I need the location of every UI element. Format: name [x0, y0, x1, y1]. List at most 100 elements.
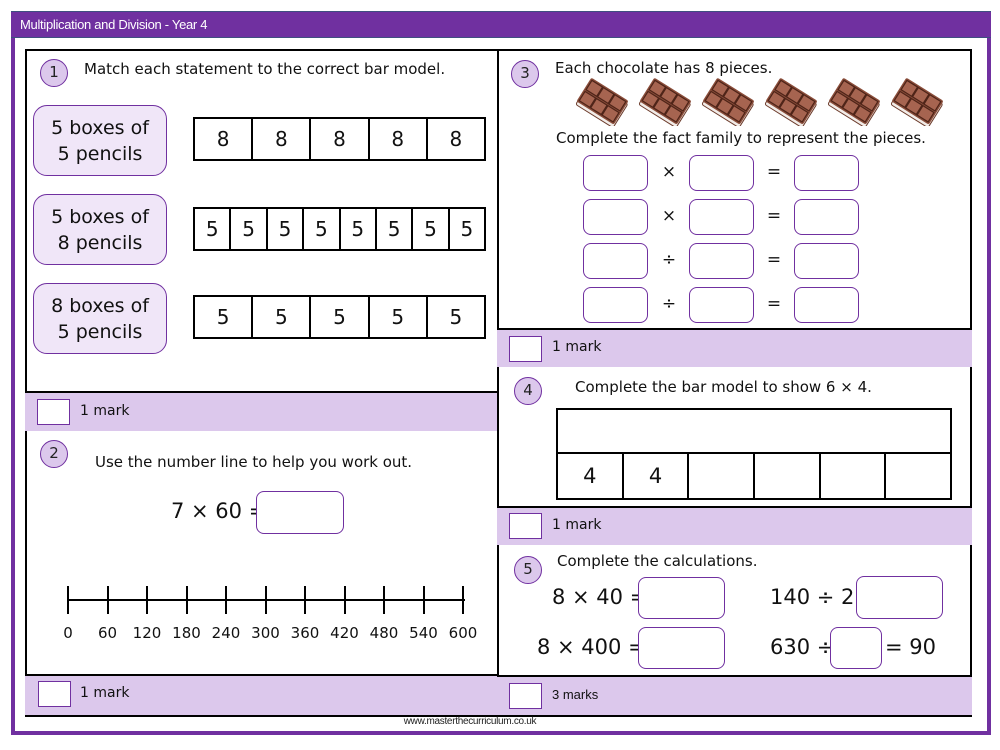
bar-cell: 5 — [374, 209, 411, 249]
question-2-panel: 2 Use the number line to help you work o… — [25, 431, 499, 717]
bar-cell: 5 — [229, 209, 265, 249]
bar-cell: 5 — [265, 209, 302, 249]
question-3-panel: 3 Each chocolate has 8 pieces. Complete … — [497, 49, 972, 369]
bar-cell[interactable] — [884, 454, 950, 498]
bar-cell: 8 — [425, 119, 484, 159]
statement-card[interactable]: 5 boxes of 5 pencils — [33, 105, 167, 176]
frame-border-left — [11, 38, 15, 735]
calculation-text: = 90 — [885, 635, 936, 659]
fact-box[interactable] — [583, 155, 648, 191]
footer-url[interactable]: www.masterthecurriculum.co.uk — [0, 716, 940, 727]
chocolate-bar-icon — [634, 78, 691, 128]
answer-box[interactable] — [638, 627, 725, 669]
number-line-tick — [264, 586, 267, 614]
question-5-panel: 5 Complete the calculations. 8 × 40 = 14… — [497, 545, 972, 717]
bar-cell: 8 — [216, 127, 230, 151]
statement-line: 5 pencils — [57, 321, 143, 343]
number-line-axis — [68, 599, 465, 601]
bar-cell[interactable] — [818, 454, 885, 498]
number-line-label: 180 — [172, 624, 201, 642]
statement-line: 5 boxes of — [51, 206, 149, 228]
chocolate-bar-icon — [823, 78, 880, 128]
answer-box[interactable] — [638, 577, 725, 619]
chocolate-bar-icon — [571, 78, 628, 128]
mark-label: 1 mark — [80, 403, 130, 419]
bar-cell: 5 — [309, 297, 367, 337]
statement-card[interactable]: 5 boxes of 8 pencils — [33, 194, 167, 265]
frame-border-right — [987, 38, 991, 735]
mark-box[interactable] — [509, 336, 542, 362]
number-line-tick — [67, 586, 69, 614]
equals-symbol: = — [766, 250, 782, 270]
bar-cell: 5 — [251, 297, 309, 337]
equals-symbol: = — [766, 162, 782, 182]
number-line-tick — [462, 586, 464, 614]
number-line-label: 420 — [330, 624, 359, 642]
bar-model-parts: 4 4 — [556, 454, 952, 500]
number-line-tick — [383, 586, 385, 614]
fact-box[interactable] — [689, 243, 754, 279]
calculation-text: 630 ÷ — [770, 635, 835, 659]
question-instruction: Complete the bar model to show 6 × 4. — [575, 378, 872, 396]
number-line-label: 480 — [369, 624, 399, 642]
answer-box[interactable] — [256, 491, 344, 534]
mark-box[interactable] — [37, 399, 70, 425]
number-line-label: 600 — [448, 624, 478, 642]
bar-cell[interactable] — [687, 454, 753, 498]
question-number-badge: 2 — [40, 440, 68, 468]
chocolate-bar-icon — [697, 78, 754, 128]
fact-box[interactable] — [794, 199, 859, 235]
fact-box[interactable] — [689, 287, 754, 323]
operator-symbol: × — [661, 206, 677, 226]
question-number-badge: 4 — [514, 377, 542, 405]
bar-cell: 5 — [447, 209, 484, 249]
fact-box[interactable] — [583, 287, 648, 323]
fact-box[interactable] — [794, 287, 859, 323]
fact-box[interactable] — [583, 199, 648, 235]
bar-model[interactable]: 5 5 5 5 5 — [193, 295, 486, 339]
number-line-label: 240 — [211, 624, 241, 642]
bar-cell: 8 — [367, 119, 426, 159]
chocolate-bar-icon — [886, 78, 943, 128]
mark-label: 1 mark — [552, 517, 602, 533]
bar-cell[interactable]: 4 — [558, 454, 622, 498]
bar-cell: 5 — [411, 209, 447, 249]
question-instruction: Use the number line to help you work out… — [95, 453, 413, 471]
statement-line: 5 pencils — [57, 143, 143, 165]
question-number-badge: 3 — [511, 60, 539, 88]
mark-label: 1 mark — [80, 685, 130, 701]
fact-box[interactable] — [689, 155, 754, 191]
statement-line: 8 boxes of — [51, 295, 149, 317]
mark-box[interactable] — [509, 683, 542, 709]
answer-box[interactable] — [856, 576, 943, 619]
fact-box[interactable] — [583, 243, 648, 279]
answer-box[interactable] — [830, 627, 882, 669]
mark-bar: 1 mark — [497, 506, 972, 545]
number-line-tick — [225, 586, 227, 614]
mark-box[interactable] — [509, 513, 542, 539]
question-number-badge: 5 — [514, 556, 542, 584]
statement-card[interactable]: 8 boxes of 5 pencils — [33, 283, 167, 354]
number-line-tick — [146, 586, 148, 614]
bar-model[interactable]: 5 5 5 5 5 5 5 5 — [193, 207, 486, 251]
number-line-label: 360 — [290, 624, 320, 642]
bar-cell[interactable]: 4 — [621, 454, 688, 498]
bar-cell[interactable] — [753, 454, 819, 498]
calculation-text: 8 × 400 = — [537, 635, 646, 659]
mark-label: 3 marks — [552, 687, 599, 702]
mark-bar: 1 mark — [25, 391, 499, 431]
fact-box[interactable] — [689, 199, 754, 235]
bar-model-whole[interactable] — [556, 408, 952, 454]
mark-box[interactable] — [38, 681, 71, 707]
statement-line: 8 pencils — [57, 232, 143, 254]
equation-text: 7 × 60 = — [171, 499, 267, 523]
bar-model[interactable]: 8 8 8 8 8 — [193, 117, 486, 161]
question-subinstruction: Complete the fact family to represent th… — [556, 129, 926, 147]
number-line-label: 0 — [63, 624, 73, 642]
number-line-tick — [106, 586, 109, 614]
fact-box[interactable] — [794, 155, 859, 191]
number-line-tick — [422, 586, 425, 614]
bar-cell: 8 — [251, 119, 309, 159]
number-line-label: 540 — [409, 624, 438, 642]
fact-box[interactable] — [794, 243, 859, 279]
